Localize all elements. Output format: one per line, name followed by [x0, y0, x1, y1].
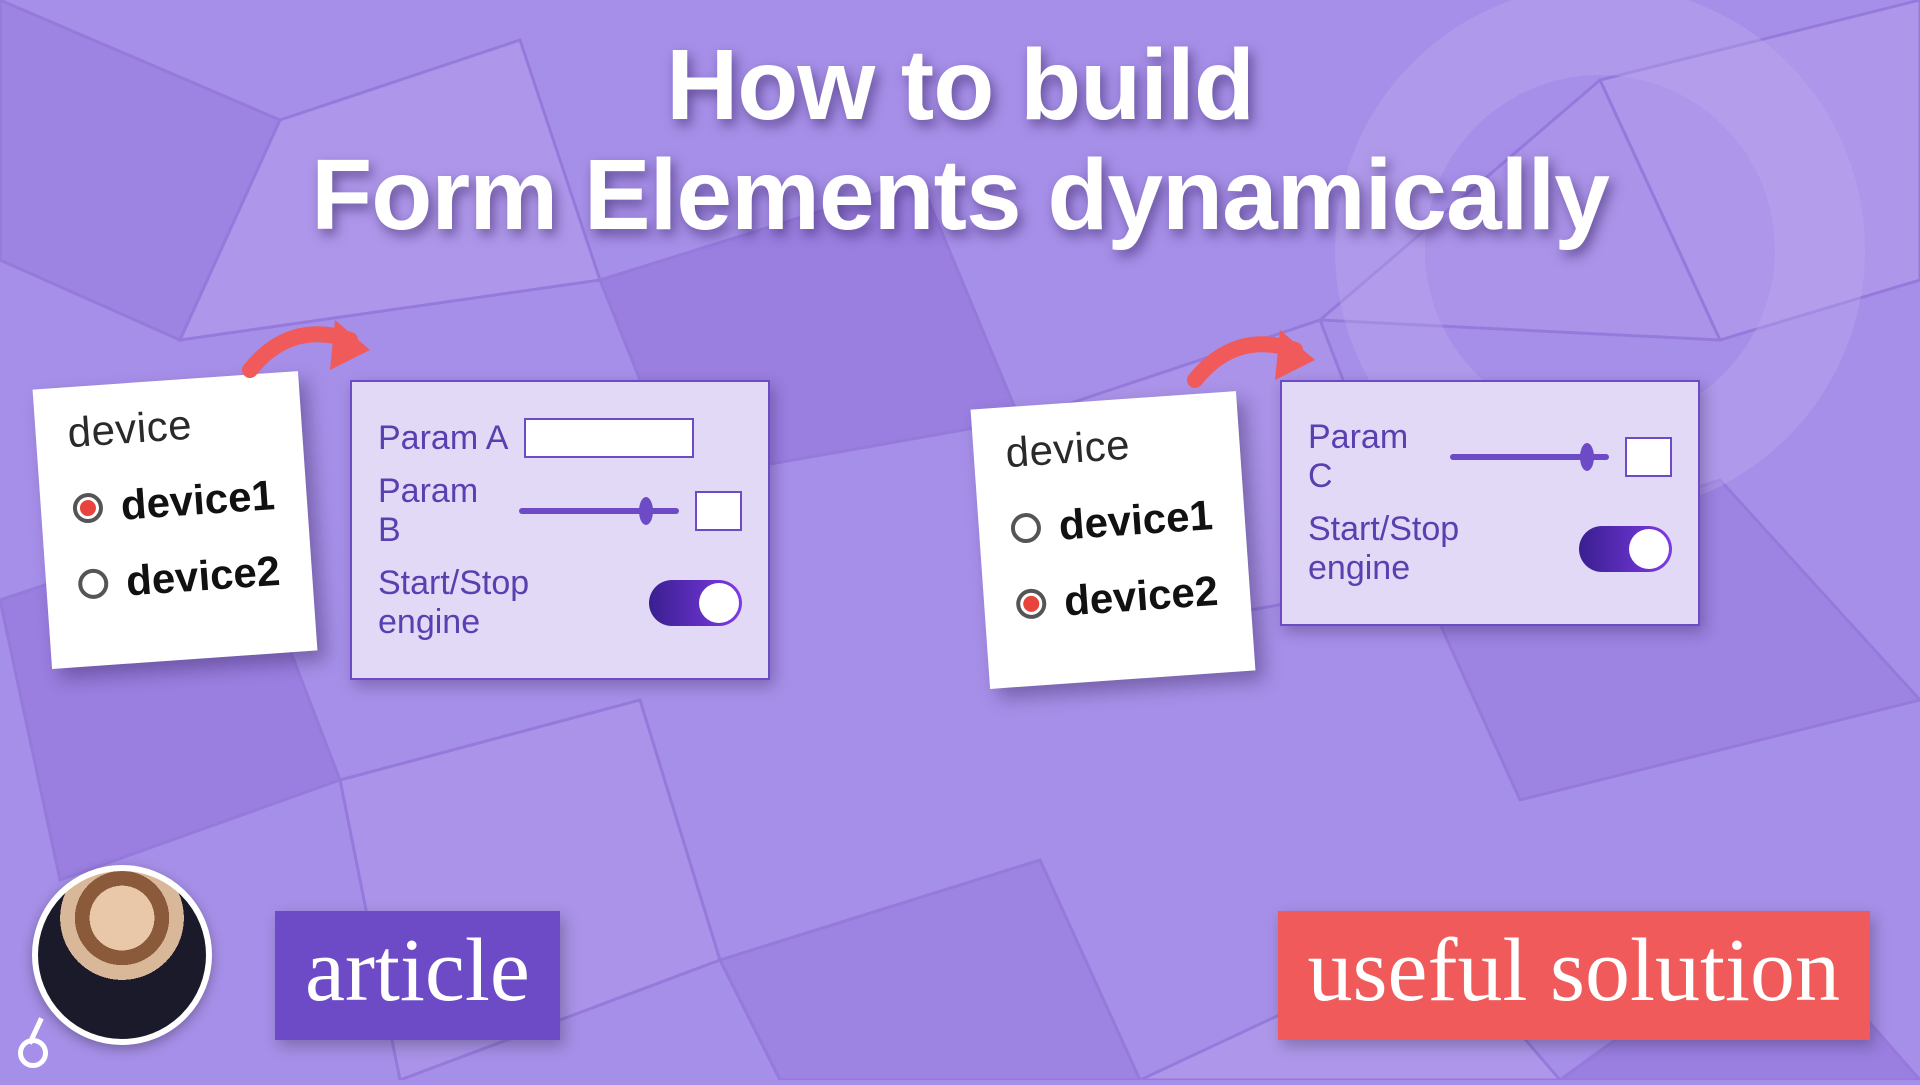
main-title: How to build Form Elements dynamically — [0, 30, 1920, 250]
card-header: device — [1004, 415, 1209, 477]
radio-device1[interactable]: device1 — [71, 471, 276, 533]
engine-row: Start/Stop engine — [378, 564, 742, 642]
arrow-icon — [230, 300, 390, 410]
title-line-2: Form Elements dynamically — [0, 140, 1920, 250]
engine-toggle[interactable] — [649, 580, 742, 626]
article-badge: article — [275, 911, 560, 1040]
param-c-slider[interactable] — [1450, 454, 1609, 460]
author-avatar — [32, 865, 212, 1045]
param-c-label: Param C — [1308, 418, 1434, 496]
radio-icon — [72, 492, 104, 524]
param-b-slider[interactable] — [519, 508, 679, 514]
radio-device2[interactable]: device2 — [1015, 567, 1220, 629]
param-c-row: Param C — [1308, 418, 1672, 496]
radio-label: device1 — [1057, 491, 1214, 550]
param-b-label: Param B — [378, 472, 503, 550]
params-panel-1: Param A Param B Start/Stop engine — [350, 380, 770, 680]
radio-label: device2 — [125, 547, 282, 606]
radio-icon — [1015, 588, 1047, 620]
radio-label: device1 — [119, 471, 276, 530]
engine-label: Start/Stop engine — [1308, 510, 1563, 588]
param-c-value[interactable] — [1625, 437, 1672, 477]
params-panel-2: Param C Start/Stop engine — [1280, 380, 1700, 626]
arrow-icon — [1175, 310, 1335, 420]
engine-toggle[interactable] — [1579, 526, 1672, 572]
engine-label: Start/Stop engine — [378, 564, 633, 642]
param-a-label: Param A — [378, 419, 508, 458]
param-a-row: Param A — [378, 418, 742, 458]
solution-badge: useful solution — [1278, 911, 1871, 1040]
radio-icon — [1010, 512, 1042, 544]
param-b-row: Param B — [378, 472, 742, 550]
radio-label: device2 — [1063, 567, 1220, 626]
magnifier-icon — [18, 1038, 48, 1068]
radio-icon — [77, 568, 109, 600]
radio-device1[interactable]: device1 — [1009, 491, 1214, 553]
engine-row: Start/Stop engine — [1308, 510, 1672, 588]
param-a-input[interactable] — [524, 418, 694, 458]
device-card-2: device device1 device2 — [971, 391, 1256, 689]
title-line-1: How to build — [0, 30, 1920, 140]
device-card-1: device device1 device2 — [33, 371, 318, 669]
radio-device2[interactable]: device2 — [77, 547, 282, 609]
param-b-value[interactable] — [695, 491, 742, 531]
